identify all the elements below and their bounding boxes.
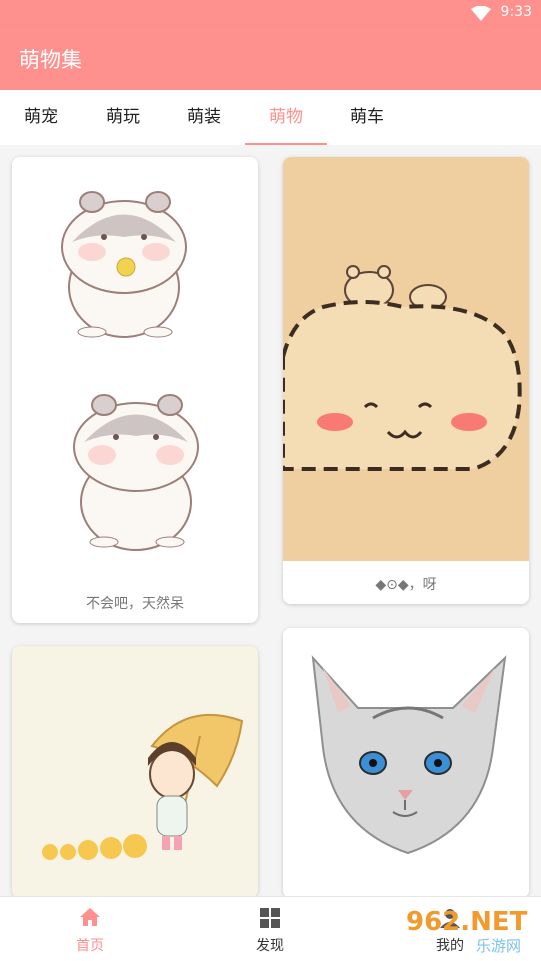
status-bar: 9:33 (0, 0, 541, 26)
watermark-brand: 962.NET (406, 907, 528, 937)
tab-meng-wan[interactable]: 萌玩 (82, 90, 164, 145)
tab-label: 萌物 (269, 107, 303, 127)
wallpaper-card[interactable]: ◆⊙◆，呀 (283, 157, 529, 604)
card-caption: ◆⊙◆，呀 (375, 577, 437, 593)
tab-label: 萌宠 (24, 107, 58, 127)
nav-home[interactable]: 首页 (0, 897, 180, 961)
nav-discover[interactable]: 发现 (180, 897, 360, 961)
tab-label: 萌装 (187, 107, 221, 127)
hamster-illustration (12, 157, 258, 577)
wallpaper-card[interactable] (283, 628, 529, 898)
wallpaper-card[interactable]: 不会吧，天然呆 (12, 157, 258, 623)
home-icon (80, 908, 100, 926)
tab-meng-che[interactable]: 萌车 (326, 90, 408, 145)
nav-label: 首页 (76, 938, 104, 954)
girl-umbrella-illustration (12, 646, 258, 898)
card-caption: 不会吧，天然呆 (86, 596, 184, 612)
site-watermark: 962.NET 乐游网 (400, 907, 541, 957)
tab-label: 萌玩 (106, 107, 140, 127)
app-bar: 萌物集 (0, 26, 541, 90)
tab-label: 萌车 (350, 107, 384, 127)
tab-meng-wu[interactable]: 萌物 (245, 90, 327, 145)
nav-label: 发现 (256, 938, 284, 954)
app-title: 萌物集 (19, 48, 82, 72)
tab-meng-zhuang[interactable]: 萌装 (163, 90, 245, 145)
tab-indicator (245, 143, 327, 145)
cat-illustration (283, 628, 529, 898)
wallpaper-card[interactable] (12, 646, 258, 898)
watermark-sub: 乐游网 (476, 937, 522, 955)
category-tabs: 萌宠 萌玩 萌装 萌物 萌车 (0, 90, 541, 145)
wifi-icon (471, 6, 491, 21)
bear-illustration (283, 157, 529, 561)
tab-meng-chong[interactable]: 萌宠 (0, 90, 82, 145)
status-time: 9:33 (500, 4, 532, 20)
grid-icon (260, 908, 280, 928)
